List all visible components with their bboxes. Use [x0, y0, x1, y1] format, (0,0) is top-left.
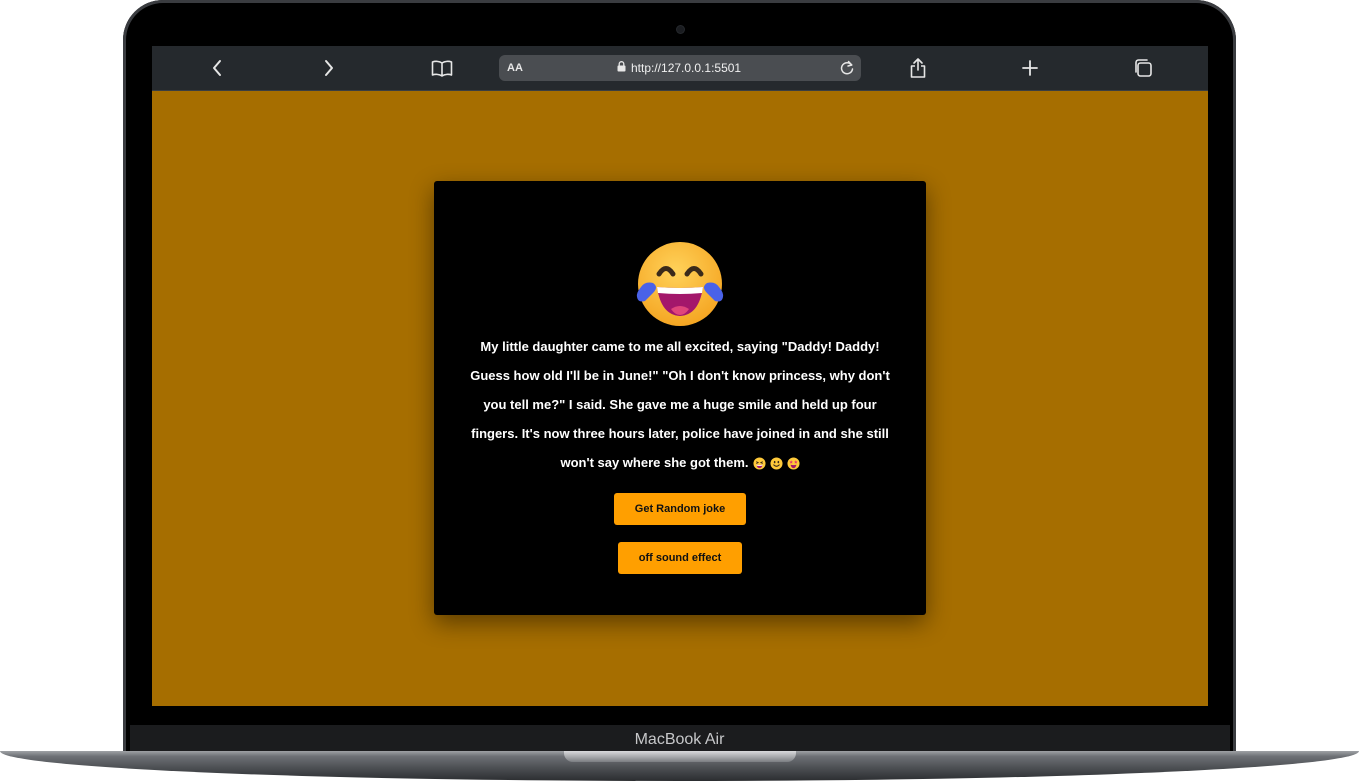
lock-icon — [617, 55, 626, 81]
chevron-right-icon[interactable] — [309, 46, 349, 90]
smiling-face-icon — [769, 457, 783, 470]
address-bar[interactable]: AA http://127.0.0.1:5501 — [499, 55, 861, 81]
joke-text-content: My little daughter came to me all excite… — [470, 339, 890, 470]
url-display: http://127.0.0.1:5501 — [617, 55, 741, 81]
url-text: http://127.0.0.1:5501 — [631, 61, 742, 75]
browser-toolbar: AA http://127.0.0.1:5501 — [152, 46, 1208, 91]
joke-card: My little daughter came to me all excite… — [434, 181, 926, 615]
grinning-squinting-face-icon — [752, 457, 766, 470]
tabs-icon[interactable] — [1123, 46, 1163, 90]
device-brand-label: MacBook Air — [634, 731, 725, 748]
star-struck-icon — [786, 457, 800, 470]
chevron-left-icon[interactable] — [197, 46, 237, 90]
lid-opening-notch — [564, 751, 796, 762]
joke-text: My little daughter came to me all excite… — [464, 332, 896, 477]
book-icon[interactable] — [422, 46, 462, 90]
text-size-button[interactable]: AA — [507, 55, 523, 81]
sound-toggle-button[interactable]: off sound effect — [618, 542, 742, 574]
webcam — [677, 26, 684, 33]
get-random-joke-button[interactable]: Get Random joke — [614, 493, 746, 525]
share-icon[interactable] — [898, 46, 938, 90]
browser-screen: AA http://127.0.0.1:5501 My little daugh… — [152, 46, 1208, 706]
laughing-emoji-icon — [636, 242, 724, 326]
reload-icon[interactable] — [837, 55, 857, 81]
plus-icon[interactable] — [1010, 46, 1050, 90]
